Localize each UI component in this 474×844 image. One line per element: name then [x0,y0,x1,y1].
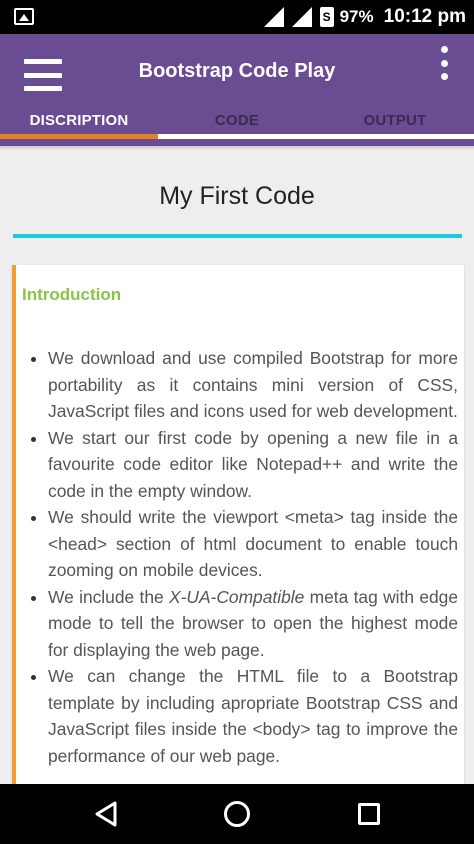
app-title: Bootstrap Code Play [138,60,336,82]
signal-icon [263,7,286,27]
page-title: My First Code [159,182,315,210]
image-notification-icon [14,8,34,25]
sim-icon: S [319,7,334,27]
title-divider [13,234,462,238]
clock: 10:12 pm [383,6,466,27]
active-tab-indicator [0,134,158,139]
recents-icon[interactable] [358,803,380,825]
list-item: We download and use compiled Bootstrap f… [48,345,458,425]
list-item: We include the X-UA-Compatible meta tag … [48,584,458,664]
list-item: We start our first code by opening a new… [48,425,458,505]
status-bar: S 97% 10:12 pm [0,0,474,34]
app-bar: Bootstrap Code Play DISCRIPTION CODE OUT… [0,34,474,146]
signal-icon [291,7,314,27]
description-card: Introduction We download and use compile… [12,265,464,785]
status-icons: S 97% 10:12 pm [263,0,466,34]
list-item: We should write the viewport <meta> tag … [48,504,458,584]
system-nav-bar [0,784,474,844]
tab-divider [158,134,474,139]
list-item: We can change the HTML file to a Bootstr… [48,663,458,769]
app-bar-shadow [0,146,474,150]
back-icon[interactable] [94,801,118,827]
home-icon[interactable] [224,801,250,827]
bullet-list: We download and use compiled Bootstrap f… [22,345,458,769]
battery-level: 97% [339,7,374,26]
more-options-icon[interactable] [436,46,452,80]
section-heading: Introduction [22,285,122,304]
